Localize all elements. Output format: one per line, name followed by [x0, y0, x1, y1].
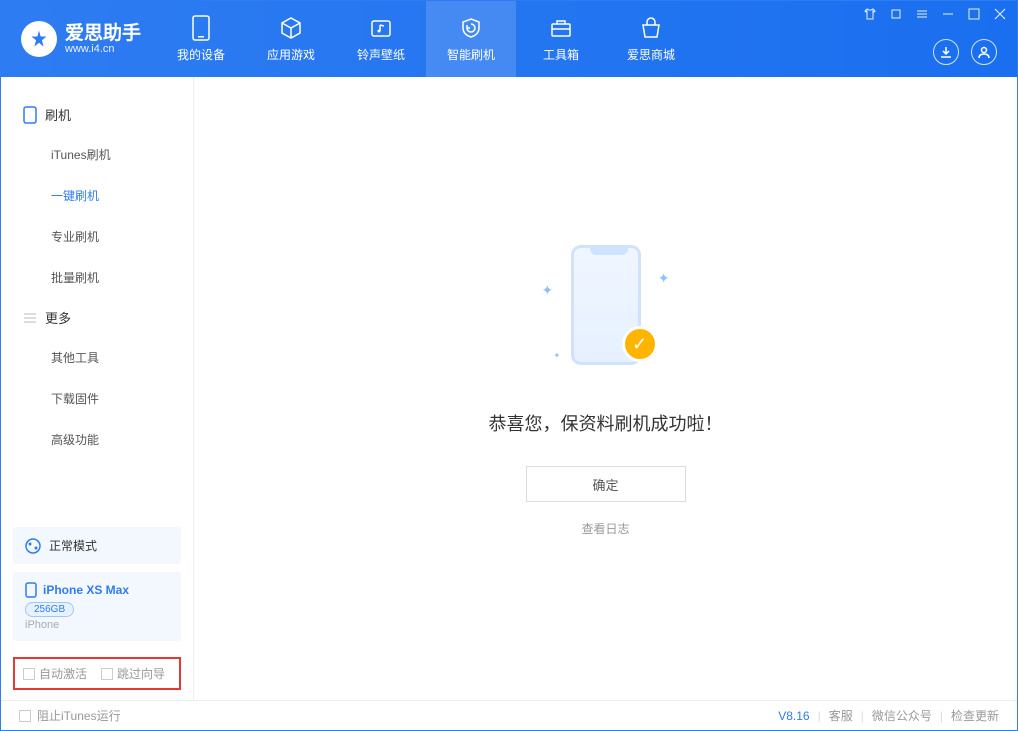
success-illustration: ✦ ✦ ✦ ✓: [536, 240, 676, 380]
logo-icon: [21, 21, 57, 57]
phone-icon: [23, 106, 37, 124]
customer-service-link[interactable]: 客服: [829, 707, 853, 724]
mode-label: 正常模式: [49, 537, 97, 554]
device-storage: 256GB: [25, 602, 74, 617]
music-folder-icon: [369, 16, 393, 40]
sidebar-item-pro-flash[interactable]: 专业刷机: [1, 216, 193, 257]
wechat-link[interactable]: 微信公众号: [872, 707, 932, 724]
tab-apps-games[interactable]: 应用游戏: [246, 1, 336, 77]
logo[interactable]: 爱思助手 www.i4.cn: [1, 21, 156, 57]
refresh-shield-icon: [459, 16, 483, 40]
version-label[interactable]: V8.16: [778, 709, 809, 723]
skip-guide-checkbox[interactable]: 跳过向导: [101, 665, 165, 682]
ok-button[interactable]: 确定: [526, 466, 686, 502]
block-itunes-checkbox[interactable]: 阻止iTunes运行: [19, 707, 121, 724]
store-icon: [639, 16, 663, 40]
device-name: iPhone XS Max: [43, 583, 129, 597]
main-content: ✦ ✦ ✦ ✓ 恭喜您，保资料刷机成功啦！ 确定 查看日志: [194, 77, 1017, 700]
view-log-link[interactable]: 查看日志: [581, 520, 629, 537]
auto-activate-checkbox[interactable]: 自动激活: [23, 665, 87, 682]
sidebar-item-itunes-flash[interactable]: iTunes刷机: [1, 134, 193, 175]
header-actions: [933, 39, 997, 65]
device-icon: [189, 16, 213, 40]
user-icon[interactable]: [971, 39, 997, 65]
menu-icon[interactable]: [915, 7, 929, 21]
success-message: 恭喜您，保资料刷机成功啦！: [489, 410, 723, 436]
footer: 阻止iTunes运行 V8.16 | 客服 | 微信公众号 | 检查更新: [1, 700, 1017, 730]
options-row: 自动激活 跳过向导: [13, 657, 181, 690]
sidebar-group-flash: 刷机: [1, 95, 193, 134]
app-name: 爱思助手: [65, 24, 141, 43]
check-badge-icon: ✓: [622, 326, 658, 362]
download-icon[interactable]: [933, 39, 959, 65]
list-icon: [23, 311, 37, 325]
shirt-icon[interactable]: [863, 7, 877, 21]
tab-toolbox[interactable]: 工具箱: [516, 1, 606, 77]
sidebar: 刷机 iTunes刷机 一键刷机 专业刷机 批量刷机 更多 其他工具 下载固件 …: [1, 77, 194, 700]
sidebar-item-batch-flash[interactable]: 批量刷机: [1, 257, 193, 298]
tab-ringtones[interactable]: 铃声壁纸: [336, 1, 426, 77]
device-icon: [25, 582, 37, 598]
pin-icon[interactable]: [889, 7, 903, 21]
check-update-link[interactable]: 检查更新: [951, 707, 999, 724]
sidebar-group-more: 更多: [1, 298, 193, 337]
sidebar-item-download-firmware[interactable]: 下载固件: [1, 378, 193, 419]
tab-smart-flash[interactable]: 智能刷机: [426, 1, 516, 77]
minimize-icon[interactable]: [941, 7, 955, 21]
maximize-icon[interactable]: [967, 7, 981, 21]
window-controls: [863, 7, 1007, 21]
nav-tabs: 我的设备 应用游戏 铃声壁纸 智能刷机 工具箱 爱思商城: [156, 1, 696, 77]
device-card[interactable]: iPhone XS Max 256GB iPhone: [13, 572, 181, 641]
device-type: iPhone: [25, 619, 169, 631]
header: 爱思助手 www.i4.cn 我的设备 应用游戏 铃声壁纸 智能刷机 工具箱 爱…: [1, 1, 1017, 77]
tab-my-device[interactable]: 我的设备: [156, 1, 246, 77]
sidebar-item-onekey-flash[interactable]: 一键刷机: [1, 175, 193, 216]
app-url: www.i4.cn: [65, 43, 141, 55]
sidebar-item-other-tools[interactable]: 其他工具: [1, 337, 193, 378]
cube-icon: [279, 16, 303, 40]
close-icon[interactable]: [993, 7, 1007, 21]
sidebar-item-advanced[interactable]: 高级功能: [1, 419, 193, 460]
toolbox-icon: [549, 16, 573, 40]
mode-card[interactable]: 正常模式: [13, 527, 181, 564]
mode-icon: [25, 538, 41, 554]
tab-store[interactable]: 爱思商城: [606, 1, 696, 77]
